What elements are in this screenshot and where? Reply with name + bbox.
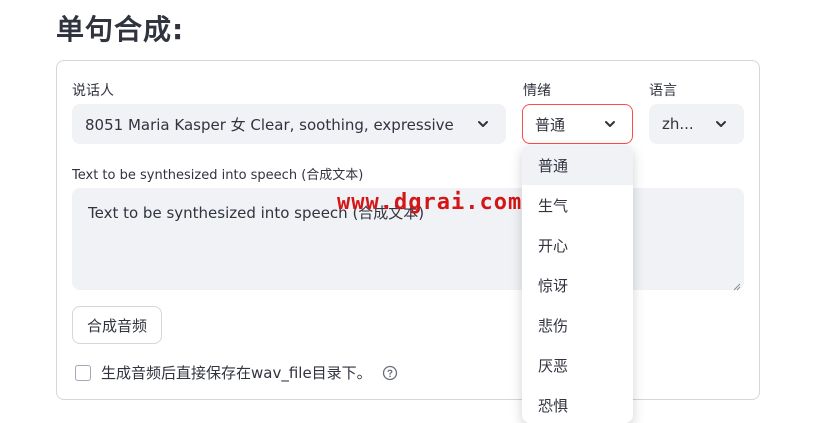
- synthesize-button[interactable]: 合成音频: [72, 306, 162, 344]
- page: 单句合成: 说话人 8051 Maria Kasper 女 Clear, soo…: [0, 0, 839, 423]
- emotion-option[interactable]: 厌恶: [522, 345, 633, 385]
- watermark: www.dgrai.com: [337, 190, 523, 215]
- help-icon[interactable]: [382, 365, 398, 381]
- speaker-select[interactable]: 8051 Maria Kasper 女 Clear, soothing, exp…: [72, 104, 506, 144]
- language-value: zh...: [662, 115, 694, 133]
- emotion-value: 普通: [535, 115, 566, 134]
- save-option-row: 生成音频后直接保存在wav_file目录下。: [75, 362, 398, 383]
- speaker-value: 8051 Maria Kasper 女 Clear, soothing, exp…: [85, 115, 454, 134]
- chevron-down-icon: [600, 114, 620, 134]
- page-title: 单句合成:: [56, 13, 185, 46]
- save-checkbox[interactable]: [75, 364, 91, 381]
- language-label: 语言: [649, 83, 677, 99]
- emotion-option[interactable]: 惊讶: [522, 265, 633, 305]
- emotion-option[interactable]: 普通: [522, 145, 633, 185]
- text-input-label: Text to be synthesized into speech (合成文本…: [72, 168, 364, 183]
- language-select[interactable]: zh...: [649, 104, 744, 144]
- resize-grip-icon[interactable]: [731, 277, 741, 291]
- speaker-label: 说话人: [72, 83, 114, 99]
- save-checkbox-label[interactable]: 生成音频后直接保存在wav_file目录下。: [101, 362, 372, 383]
- emotion-label: 情绪: [523, 83, 551, 99]
- emotion-option[interactable]: 生气: [522, 185, 633, 225]
- emotion-dropdown-menu: 普通 生气 开心 惊讶 悲伤 厌恶 恐惧: [522, 145, 633, 423]
- chevron-down-icon: [711, 114, 731, 134]
- emotion-option[interactable]: 悲伤: [522, 305, 633, 345]
- emotion-select[interactable]: 普通: [522, 104, 633, 144]
- chevron-down-icon: [473, 114, 493, 134]
- emotion-option[interactable]: 恐惧: [522, 385, 633, 423]
- emotion-option[interactable]: 开心: [522, 225, 633, 265]
